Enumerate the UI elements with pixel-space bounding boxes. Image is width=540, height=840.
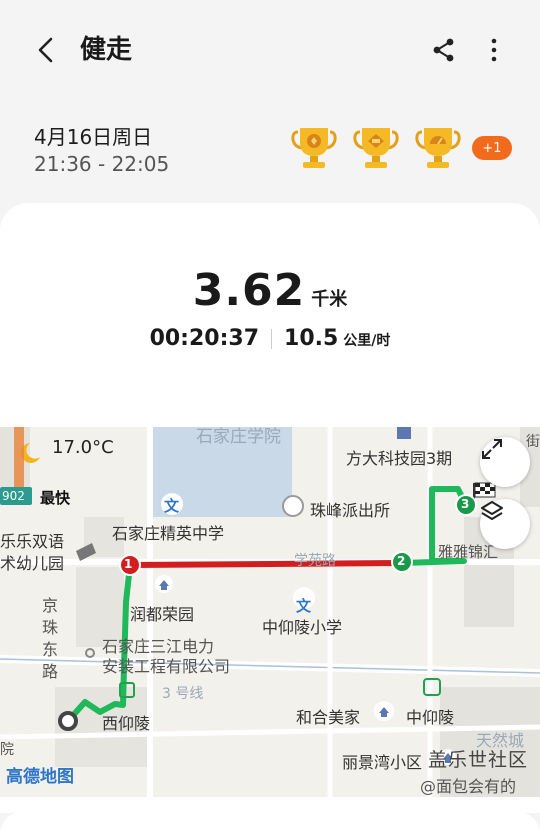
share-button[interactable] bbox=[428, 32, 460, 68]
split-marker-label: 1 bbox=[124, 557, 133, 571]
distance-unit: 千米 bbox=[311, 289, 348, 310]
pace-sign-value: 902 bbox=[2, 489, 25, 503]
map-label: 西仰陵 bbox=[102, 714, 151, 733]
more-achievements-badge[interactable]: +1 bbox=[472, 136, 512, 160]
trophy-icon[interactable] bbox=[290, 124, 338, 172]
top-bar: 健走 bbox=[0, 0, 540, 100]
map-label: 京 bbox=[42, 596, 59, 615]
metro-line-label: 3 号线 bbox=[162, 686, 204, 702]
map-label: 安装工程有限公司 bbox=[102, 657, 231, 676]
map-label: 院 bbox=[0, 742, 14, 758]
map-label: 石家庄学院 bbox=[196, 427, 281, 447]
stats-row: 00:20:37 10.5 公里/时 bbox=[0, 326, 540, 351]
achievement-trophies[interactable] bbox=[290, 124, 462, 172]
map-label: 路 bbox=[42, 662, 59, 681]
map-label: 润都荣园 bbox=[130, 605, 195, 624]
map-label: 东 bbox=[42, 640, 59, 659]
back-arrow-icon bbox=[38, 37, 53, 63]
page-title: 健走 bbox=[80, 35, 133, 65]
back-button[interactable] bbox=[28, 32, 64, 68]
expand-map-button[interactable] bbox=[480, 437, 530, 487]
map-label: 中仰陵小学 bbox=[262, 618, 343, 637]
more-options-button[interactable] bbox=[480, 32, 508, 68]
map-label: 方大科技园3期 bbox=[346, 449, 453, 468]
map-label: 乐乐双语 bbox=[0, 532, 65, 551]
map-label: 学苑路 bbox=[294, 553, 336, 569]
map-label: 中仰陵 bbox=[406, 708, 455, 727]
stats-divider bbox=[271, 328, 273, 349]
share-icon bbox=[433, 38, 454, 62]
trophy-icon[interactable] bbox=[414, 124, 462, 172]
watermark-author: @面包会有的 bbox=[420, 777, 517, 796]
fastest-legend: 最快 bbox=[40, 489, 71, 507]
school-icon: 文 bbox=[296, 597, 312, 615]
split-marker-label: 3 bbox=[461, 497, 470, 511]
temperature: 17.0°C bbox=[52, 437, 114, 458]
speed-value: 10.5 bbox=[284, 326, 339, 351]
trophy-icon[interactable] bbox=[352, 124, 400, 172]
session-time-range: 21:36 - 22:05 bbox=[34, 152, 170, 176]
watermark-community: 盖乐世社区 bbox=[428, 749, 529, 771]
route-start-marker bbox=[58, 711, 78, 731]
layers-icon bbox=[481, 501, 503, 520]
map-label: 和合美家 bbox=[296, 708, 361, 727]
map-label: 雅雅锦汇 bbox=[438, 543, 499, 561]
map-layers-button[interactable] bbox=[480, 499, 530, 549]
map-label: 丽景湾小区 bbox=[342, 753, 423, 772]
speed-unit: 公里/时 bbox=[343, 333, 391, 349]
map-provider-logo: 高德地图 bbox=[6, 767, 74, 787]
duration-value: 00:20:37 bbox=[149, 326, 260, 351]
distance-value: 3.62 bbox=[192, 265, 306, 316]
session-date: 4月16日周日 bbox=[34, 125, 153, 149]
map-label: 珠 bbox=[42, 618, 59, 637]
next-card-peek bbox=[0, 812, 540, 840]
route-map[interactable]: 17.0°C 最快 902 石家庄学院 方大科技园3期 文 文 珠峰派出所 石家… bbox=[0, 427, 540, 797]
expand-icon bbox=[482, 439, 502, 459]
split-marker-label: 2 bbox=[397, 554, 406, 568]
distance-display: 3.62 千米 bbox=[0, 265, 540, 316]
school-icon: 文 bbox=[164, 497, 180, 515]
map-label: 石家庄精英中学 bbox=[112, 524, 225, 543]
more-vertical-icon bbox=[491, 38, 497, 62]
map-label: 珠峰派出所 bbox=[310, 501, 391, 520]
map-background bbox=[0, 427, 540, 797]
map-label: 术幼儿园 bbox=[0, 554, 65, 573]
route-segment-slow bbox=[127, 560, 405, 568]
map-label: 街 bbox=[526, 434, 540, 450]
